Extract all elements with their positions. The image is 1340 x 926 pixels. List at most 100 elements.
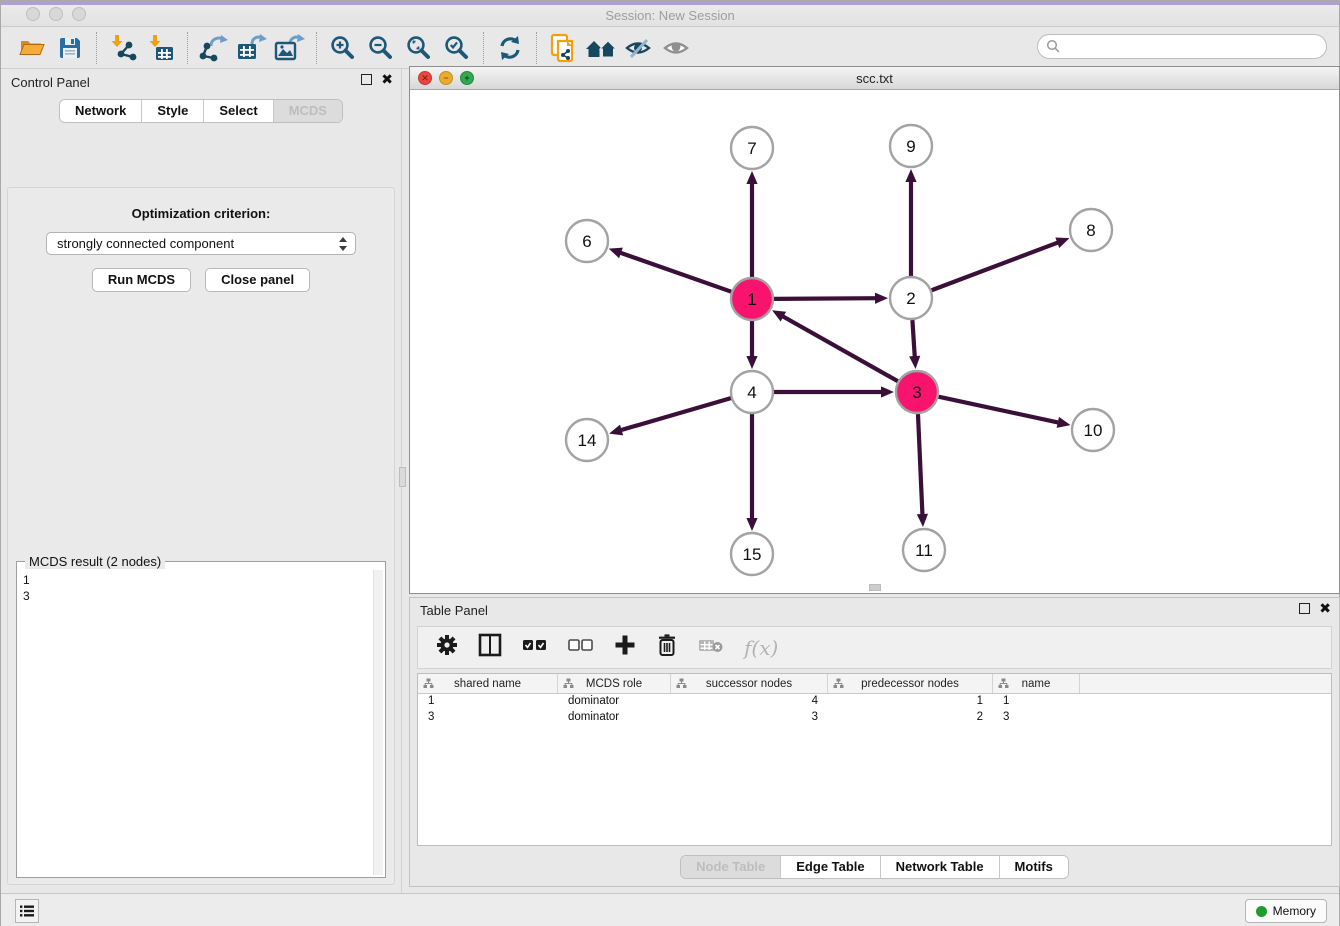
home-button[interactable]: [582, 31, 620, 65]
zoom-fit-button[interactable]: [400, 31, 438, 65]
export-table-button[interactable]: [233, 31, 271, 65]
select-all-button[interactable]: [522, 638, 548, 657]
task-history-button[interactable]: [15, 899, 39, 923]
table-options-button[interactable]: [436, 634, 458, 661]
zoom-in-button[interactable]: [324, 31, 362, 65]
table-cell[interactable]: 3: [993, 710, 1080, 726]
delete-table-button[interactable]: [698, 636, 724, 659]
tab-motifs[interactable]: Motifs: [1000, 856, 1068, 878]
mcds-result-box: MCDS result (2 nodes) 13: [16, 561, 386, 878]
column-header-name[interactable]: name: [993, 674, 1080, 693]
dropdown-stepper-icon: [338, 236, 348, 255]
trash-icon: [656, 633, 678, 657]
graph-edge-3-11[interactable]: [918, 414, 923, 517]
tab-node-table[interactable]: Node Table: [681, 856, 781, 878]
import-table-button[interactable]: [142, 31, 180, 65]
table-cell[interactable]: 4: [671, 694, 828, 710]
tab-style[interactable]: Style: [142, 100, 204, 122]
column-header-successor-nodes[interactable]: successor nodes: [671, 674, 828, 693]
hide-view-button[interactable]: [620, 31, 658, 65]
graph-node-label: 7: [747, 139, 756, 158]
graph-edge-1-2[interactable]: [774, 298, 878, 299]
select-all-icon: [522, 638, 548, 652]
network-window-titlebar[interactable]: ✕ − + scc.txt: [410, 67, 1339, 90]
column-header-shared-name[interactable]: shared name: [418, 674, 558, 693]
table-cell[interactable]: 3: [671, 710, 828, 726]
tab-mcds[interactable]: MCDS: [274, 100, 342, 122]
network-canvas-svg: 1234678910111415: [410, 90, 1339, 593]
table-cell[interactable]: 1: [828, 694, 993, 710]
mcds-result-text[interactable]: 13: [19, 570, 373, 875]
result-scrollbar[interactable]: [373, 570, 383, 875]
statusbar: Memory: [1, 893, 1339, 926]
run-mcds-button[interactable]: Run MCDS: [92, 268, 191, 292]
table-cell[interactable]: dominator: [558, 694, 671, 710]
show-view-button[interactable]: [658, 31, 696, 65]
function-builder-button[interactable]: f(x): [744, 636, 778, 660]
column-header-MCDS-role[interactable]: MCDS role: [558, 674, 671, 693]
split-pane-handle[interactable]: [399, 467, 406, 487]
zoom-selected-button[interactable]: [438, 31, 476, 65]
close-table-panel-icon[interactable]: ✖: [1319, 603, 1331, 614]
tab-network[interactable]: Network: [60, 100, 142, 122]
search-icon: [1046, 39, 1061, 54]
application-window: Session: New Session: [0, 0, 1340, 926]
delete-column-button[interactable]: [656, 633, 678, 662]
graph-edge-arrowhead: [905, 169, 916, 182]
export-image-button[interactable]: [271, 31, 309, 65]
main-toolbar: [1, 27, 1339, 69]
table-cell[interactable]: 1: [993, 694, 1080, 710]
table-header-row: shared name MCDS rolesuccessor nodesprede…: [418, 674, 1331, 694]
table-body: 1dominator4113dominator323: [418, 694, 1331, 726]
table-row[interactable]: 1dominator411: [418, 694, 1331, 710]
graph-edge-2-8[interactable]: [932, 242, 1061, 291]
column-header-predecessor-nodes[interactable]: predecessor nodes: [828, 674, 993, 693]
graph-edge-3-1[interactable]: [781, 315, 898, 381]
graph-edge-3-10[interactable]: [939, 397, 1061, 423]
column-header-label: shared name: [454, 678, 521, 690]
zoom-out-button[interactable]: [362, 31, 400, 65]
show-columns-button[interactable]: [478, 633, 502, 662]
deselect-all-button[interactable]: [568, 638, 594, 657]
graph-node-label: 10: [1084, 421, 1103, 440]
table-cell[interactable]: dominator: [558, 710, 671, 726]
search-field[interactable]: [1037, 34, 1327, 59]
graph-edge-1-6[interactable]: [618, 252, 731, 292]
export-network-button[interactable]: [195, 31, 233, 65]
tab-select[interactable]: Select: [204, 100, 273, 122]
control-panel: Control Panel ✖ NetworkStyleSelectMCDS O…: [1, 69, 402, 893]
graph-edge-2-3[interactable]: [912, 320, 914, 359]
import-network-button[interactable]: [104, 31, 142, 65]
graph-edge-arrowhead: [875, 293, 888, 304]
tab-edge-table[interactable]: Edge Table: [781, 856, 880, 878]
column-tree-icon: [998, 678, 1009, 689]
network-canvas[interactable]: 1234678910111415: [410, 90, 1339, 593]
criterion-dropdown[interactable]: strongly connected component: [46, 232, 356, 255]
canvas-grip[interactable]: [869, 584, 881, 591]
search-input[interactable]: [1061, 37, 1326, 57]
open-file-button[interactable]: [13, 31, 51, 65]
table-row[interactable]: 3dominator323: [418, 710, 1331, 726]
mcds-result-line: 1: [23, 572, 369, 588]
table-cell[interactable]: 2: [828, 710, 993, 726]
graph-node-label: 8: [1086, 221, 1095, 240]
deselect-all-icon: [568, 638, 594, 652]
tab-network-table[interactable]: Network Table: [881, 856, 1000, 878]
float-table-panel-icon[interactable]: [1299, 603, 1310, 614]
column-header-label: name: [1022, 678, 1051, 690]
control-panel-tabs: NetworkStyleSelectMCDS: [59, 99, 343, 123]
graph-edge-4-14[interactable]: [619, 398, 731, 431]
table-cell[interactable]: 1: [418, 694, 558, 710]
add-column-button[interactable]: [614, 634, 636, 661]
save-session-button[interactable]: [51, 31, 89, 65]
float-panel-icon[interactable]: [361, 74, 372, 85]
table-cell[interactable]: 3: [418, 710, 558, 726]
memory-label: Memory: [1273, 904, 1316, 918]
close-panel-button[interactable]: Close panel: [205, 268, 310, 292]
eye-show-icon: [662, 36, 692, 60]
refresh-button[interactable]: [491, 31, 529, 65]
graph-edge-arrowhead: [1057, 417, 1071, 428]
memory-button[interactable]: Memory: [1245, 899, 1327, 923]
close-panel-icon[interactable]: ✖: [381, 74, 393, 85]
open-network-file-button[interactable]: [544, 31, 582, 65]
